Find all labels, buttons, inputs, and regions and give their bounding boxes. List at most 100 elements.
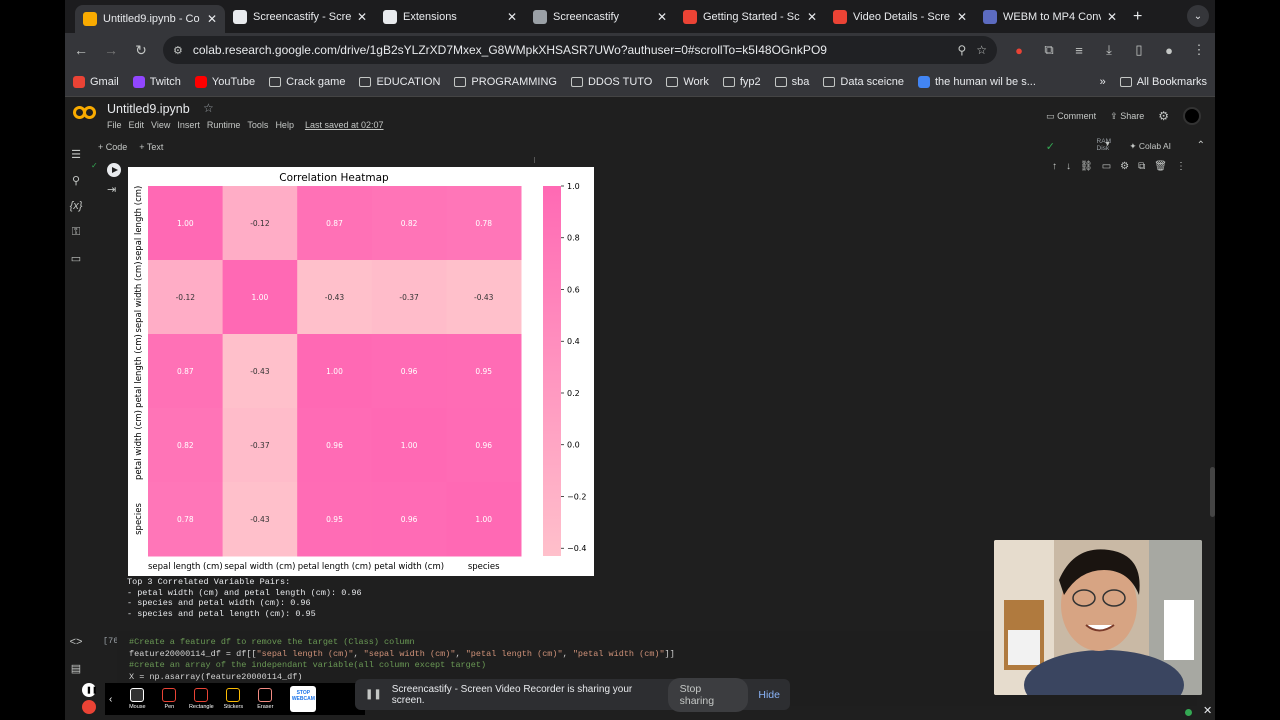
settings-gear-icon[interactable]: ⚙	[1158, 109, 1169, 123]
hide-banner-button[interactable]: Hide	[758, 689, 780, 701]
bookmark-item[interactable]: fyp2	[722, 76, 761, 88]
browser-tab[interactable]: Screencastify ✕	[525, 3, 675, 31]
bookmark-item[interactable]: Crack game	[269, 76, 345, 88]
close-tab-icon[interactable]: ✕	[957, 10, 967, 24]
variables-icon[interactable]: {x}	[65, 200, 87, 218]
heatmap-cell-value: 0.96	[326, 441, 343, 450]
bookmark-item[interactable]: PROGRAMMING	[454, 76, 557, 88]
add-text-button[interactable]: + Text	[139, 142, 163, 152]
collapse-chevron-icon[interactable]: ⌃	[1197, 140, 1205, 151]
bookmark-item[interactable]: EDUCATION	[359, 76, 440, 88]
sc-tool-stickers[interactable]: Stickers	[218, 688, 248, 710]
bookmark-item[interactable]: Work	[666, 76, 709, 88]
sc-tool-eraser[interactable]: Eraser	[250, 688, 280, 710]
last-saved-link[interactable]: Last saved at 02:07	[305, 120, 384, 130]
media-icon[interactable]: ≡	[1071, 43, 1087, 58]
code-snippets-icon[interactable]: <>	[65, 636, 87, 654]
close-status-icon[interactable]: ✕	[1203, 704, 1212, 717]
cell-settings-icon[interactable]: ⚙	[1120, 161, 1129, 172]
move-down-icon[interactable]: ↓	[1066, 161, 1071, 172]
colab-ai-button[interactable]: ✦ Colab AI	[1129, 141, 1171, 152]
collapse-toolbar-icon[interactable]: ‹	[109, 694, 112, 705]
output-actions-icon[interactable]: ⇥	[107, 183, 116, 196]
webcam-video-overlay[interactable]	[994, 540, 1202, 695]
browser-tab[interactable]: Extensions ✕	[375, 3, 525, 31]
notebook-scrollbar[interactable]	[1210, 467, 1215, 517]
stop-webcam-button[interactable]: STOP WEBCAM	[290, 686, 317, 712]
close-tab-icon[interactable]: ✕	[357, 10, 367, 24]
runtime-dropdown-icon[interactable]: ▼	[1104, 141, 1111, 148]
site-info-icon[interactable]: ⚙	[173, 44, 183, 57]
menu-insert[interactable]: Insert	[177, 120, 200, 130]
bookmark-item[interactable]: Gmail	[73, 75, 119, 88]
share-button[interactable]: ⇪ Share	[1110, 111, 1144, 122]
colab-logo[interactable]	[73, 106, 97, 122]
menu-runtime[interactable]: Runtime	[207, 120, 241, 130]
back-icon[interactable]: ←	[73, 42, 89, 58]
browser-tab[interactable]: WEBM to MP4 Conv ✕	[975, 3, 1125, 31]
menu-help[interactable]: Help	[275, 120, 294, 130]
close-tab-icon[interactable]: ✕	[207, 12, 217, 26]
delete-cell-icon[interactable]: 🗑	[1154, 161, 1167, 172]
connected-check-icon: ✓	[1045, 141, 1055, 153]
star-icon[interactable]: ☆	[203, 101, 214, 115]
browser-menu-icon[interactable]: ⋮	[1191, 42, 1207, 58]
all-bookmarks-button[interactable]: All Bookmarks	[1119, 76, 1207, 88]
close-tab-icon[interactable]: ✕	[507, 10, 517, 24]
move-up-icon[interactable]: ↑	[1052, 161, 1057, 172]
forward-icon[interactable]: →	[103, 42, 119, 58]
bookmark-item[interactable]: the human wil be s...	[917, 75, 1036, 88]
table-of-contents-icon[interactable]: ☰	[65, 148, 87, 166]
bookmark-item[interactable]: YouTube	[194, 75, 255, 88]
sc-tool-rectangle[interactable]: Rectangle	[186, 688, 216, 710]
screencastify-extension-icon[interactable]: ●	[1011, 43, 1027, 58]
browser-tab[interactable]: Untitled9.ipynb - Co ✕	[75, 5, 225, 33]
add-code-button[interactable]: + Code	[98, 142, 127, 152]
stop-sharing-button[interactable]: Stop sharing	[667, 677, 749, 712]
mirror-cell-icon[interactable]: ⧉	[1138, 161, 1145, 172]
sidepanel-icon[interactable]: ▯	[1131, 42, 1147, 58]
cell-more-icon[interactable]: ⋮	[1176, 161, 1186, 172]
new-tab-icon[interactable]: +	[1133, 8, 1142, 26]
link-icon[interactable]: ⛓	[1080, 161, 1093, 172]
url-text[interactable]: colab.research.google.com/drive/1gB2sYLZ…	[193, 43, 948, 57]
notebook-title[interactable]: Untitled9.ipynb	[107, 102, 190, 116]
profile-avatar[interactable]: ●	[1161, 43, 1177, 58]
browser-tab[interactable]: Screencastify - Scre ✕	[225, 3, 375, 31]
comment-button[interactable]: ▭ Comment	[1046, 111, 1096, 122]
tab-search-icon[interactable]: ⌄	[1187, 5, 1209, 27]
sc-tool-mouse[interactable]: Mouse	[122, 688, 152, 710]
terminal-icon[interactable]: ▤	[65, 662, 87, 680]
heatmap-cell-value: 0.87	[326, 219, 343, 228]
bookmark-item[interactable]: DDOS TUTO	[570, 76, 652, 88]
bookmark-item[interactable]: Data sceicne	[823, 76, 904, 88]
pause-recording-icon[interactable]: ❚❚	[82, 683, 98, 697]
reload-icon[interactable]: ↻	[133, 42, 149, 59]
menu-tools[interactable]: Tools	[247, 120, 268, 130]
address-bar[interactable]: ⚙ colab.research.google.com/drive/1gB2sY…	[163, 36, 997, 64]
close-tab-icon[interactable]: ✕	[807, 10, 817, 24]
extensions-icon[interactable]: ⧉	[1041, 42, 1057, 58]
menu-edit[interactable]: Edit	[129, 120, 145, 130]
more-bookmarks-icon[interactable]: »	[1100, 76, 1106, 88]
bookmark-item[interactable]: sba	[774, 76, 809, 88]
bookmark-item[interactable]: Twitch	[132, 75, 181, 88]
zoom-search-icon[interactable]: ⚲	[957, 43, 966, 57]
sc-tool-pen[interactable]: Pen	[154, 688, 184, 710]
menu-file[interactable]: File	[107, 120, 122, 130]
avatar[interactable]	[1183, 107, 1201, 125]
stop-recording-icon[interactable]	[82, 700, 96, 714]
search-icon[interactable]: ⚲	[65, 174, 87, 192]
bookmark-star-icon[interactable]: ☆	[976, 43, 987, 57]
menu-view[interactable]: View	[151, 120, 170, 130]
close-tab-icon[interactable]: ✕	[657, 10, 667, 24]
run-cell-button[interactable]	[107, 163, 121, 177]
comment-cell-icon[interactable]: ▭	[1102, 161, 1111, 172]
close-tab-icon[interactable]: ✕	[1107, 10, 1117, 24]
browser-tab[interactable]: Video Details - Scre ✕	[825, 3, 975, 31]
heatmap-cell-value: 0.78	[475, 219, 492, 228]
files-folder-icon[interactable]: ▭	[65, 252, 87, 270]
browser-tab[interactable]: Getting Started - Sc ✕	[675, 3, 825, 31]
download-icon[interactable]: ⤓	[1101, 42, 1117, 58]
secrets-key-icon[interactable]: ⚿	[65, 226, 87, 244]
